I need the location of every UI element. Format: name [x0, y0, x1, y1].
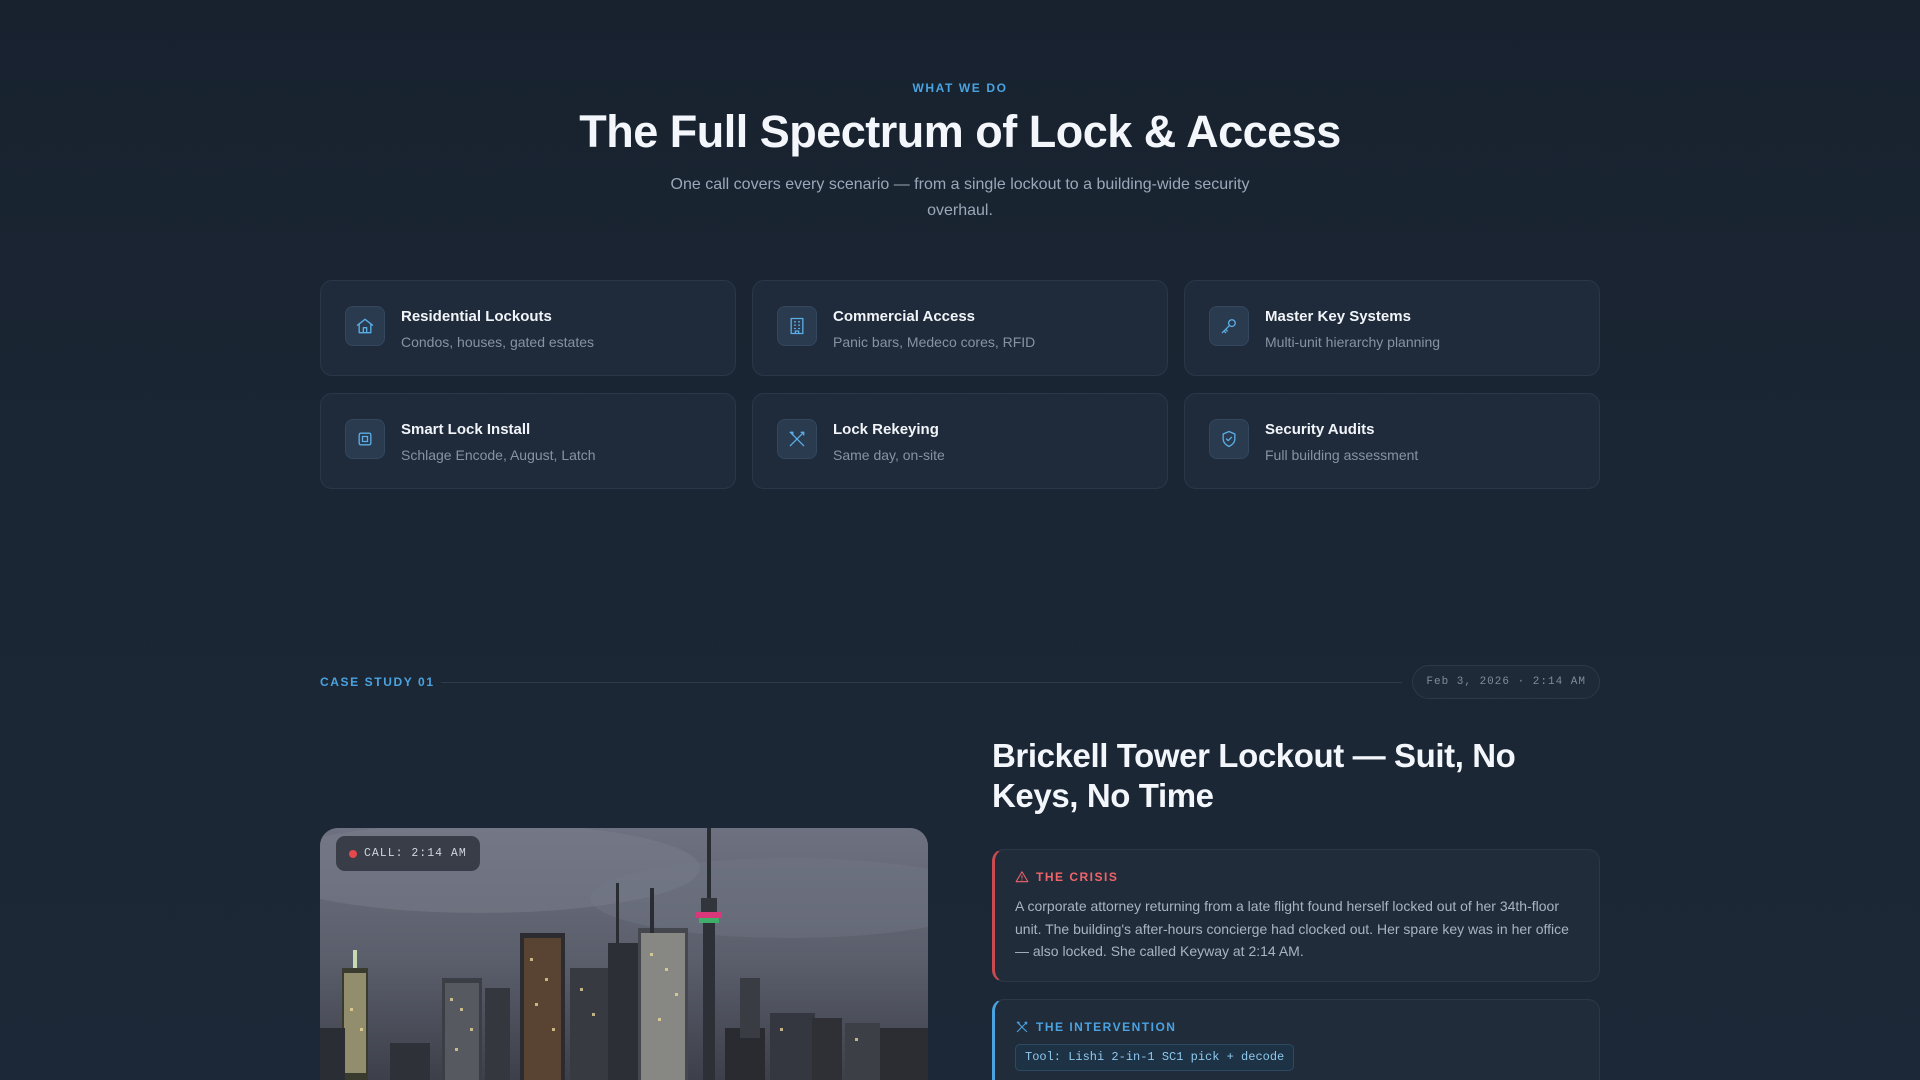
service-card-master-key[interactable]: Master Key Systems Multi-unit hierarchy …	[1184, 280, 1600, 376]
section-subtitle: One call covers every scenario — from a …	[670, 176, 1250, 219]
call-time-label: CALL: 2:14 AM	[364, 847, 467, 860]
home-icon	[345, 306, 385, 346]
service-card-desc: Panic bars, Medeco cores, RFID	[833, 334, 1036, 350]
service-card-rekeying[interactable]: Lock Rekeying Same day, on-site	[752, 393, 1168, 489]
service-card-title: Security Audits	[1265, 421, 1375, 438]
case-study-header: CASE STUDY 01 Feb 3, 2026 · 2:14 AM	[320, 665, 1600, 699]
service-card-title: Master Key Systems	[1265, 308, 1411, 325]
section-eyebrow: WHAT WE DO	[912, 81, 1008, 95]
services-grid: Residential Lockouts Condos, houses, gat…	[320, 280, 1600, 489]
service-card-title: Commercial Access	[833, 308, 976, 325]
intervention-heading-label: THE INTERVENTION	[1036, 1020, 1177, 1034]
crisis-heading-label: THE CRISIS	[1036, 870, 1119, 884]
case-study-label: CASE STUDY 01	[320, 675, 435, 689]
chip-icon	[345, 419, 385, 459]
shield-icon	[1209, 419, 1249, 459]
building-icon	[777, 306, 817, 346]
intervention-heading: THE INTERVENTION	[1015, 1020, 1176, 1034]
tool-chip: Tool: Lishi 2-in-1 SC1 pick + decode	[1015, 1044, 1295, 1071]
crisis-heading: THE CRISIS	[1015, 870, 1118, 884]
service-card-residential[interactable]: Residential Lockouts Condos, houses, gat…	[320, 280, 736, 376]
crisis-body: A corporate attorney returning from a la…	[1015, 898, 1569, 959]
service-card-commercial[interactable]: Commercial Access Panic bars, Medeco cor…	[752, 280, 1168, 376]
service-card-desc: Condos, houses, gated estates	[401, 334, 595, 350]
case-study-date: Feb 3, 2026 · 2:14 AM	[1412, 665, 1600, 699]
tools-icon	[1016, 1021, 1028, 1033]
service-card-desc: Same day, on-site	[833, 447, 945, 463]
live-dot-icon	[349, 849, 357, 858]
case-study-title: Brickell Tower Lockout — Suit, No Keys, …	[992, 737, 1516, 814]
key-icon	[1209, 306, 1249, 346]
case-study-photo: CALL: 2:14 AM	[320, 828, 928, 1080]
service-card-title: Smart Lock Install	[401, 421, 531, 438]
service-card-smart-lock[interactable]: Smart Lock Install Schlage Encode, Augus…	[320, 393, 736, 489]
crisis-card: THE CRISIS A corporate attorney returnin…	[992, 849, 1600, 982]
service-card-title: Lock Rekeying	[833, 421, 939, 438]
divider	[441, 682, 1402, 683]
call-time-badge: CALL: 2:14 AM	[336, 836, 480, 871]
service-card-title: Residential Lockouts	[401, 308, 552, 325]
warning-icon	[1015, 871, 1029, 883]
service-card-desc: Full building assessment	[1265, 447, 1419, 463]
service-card-desc: Schlage Encode, August, Latch	[401, 447, 596, 463]
intervention-card: THE INTERVENTION Tool: Lishi 2-in-1 SC1 …	[992, 999, 1600, 1080]
service-card-security-audits[interactable]: Security Audits Full building assessment	[1184, 393, 1600, 489]
tools-icon	[777, 419, 817, 459]
service-card-desc: Multi-unit hierarchy planning	[1265, 334, 1441, 350]
section-title: The Full Spectrum of Lock & Access	[579, 106, 1341, 157]
